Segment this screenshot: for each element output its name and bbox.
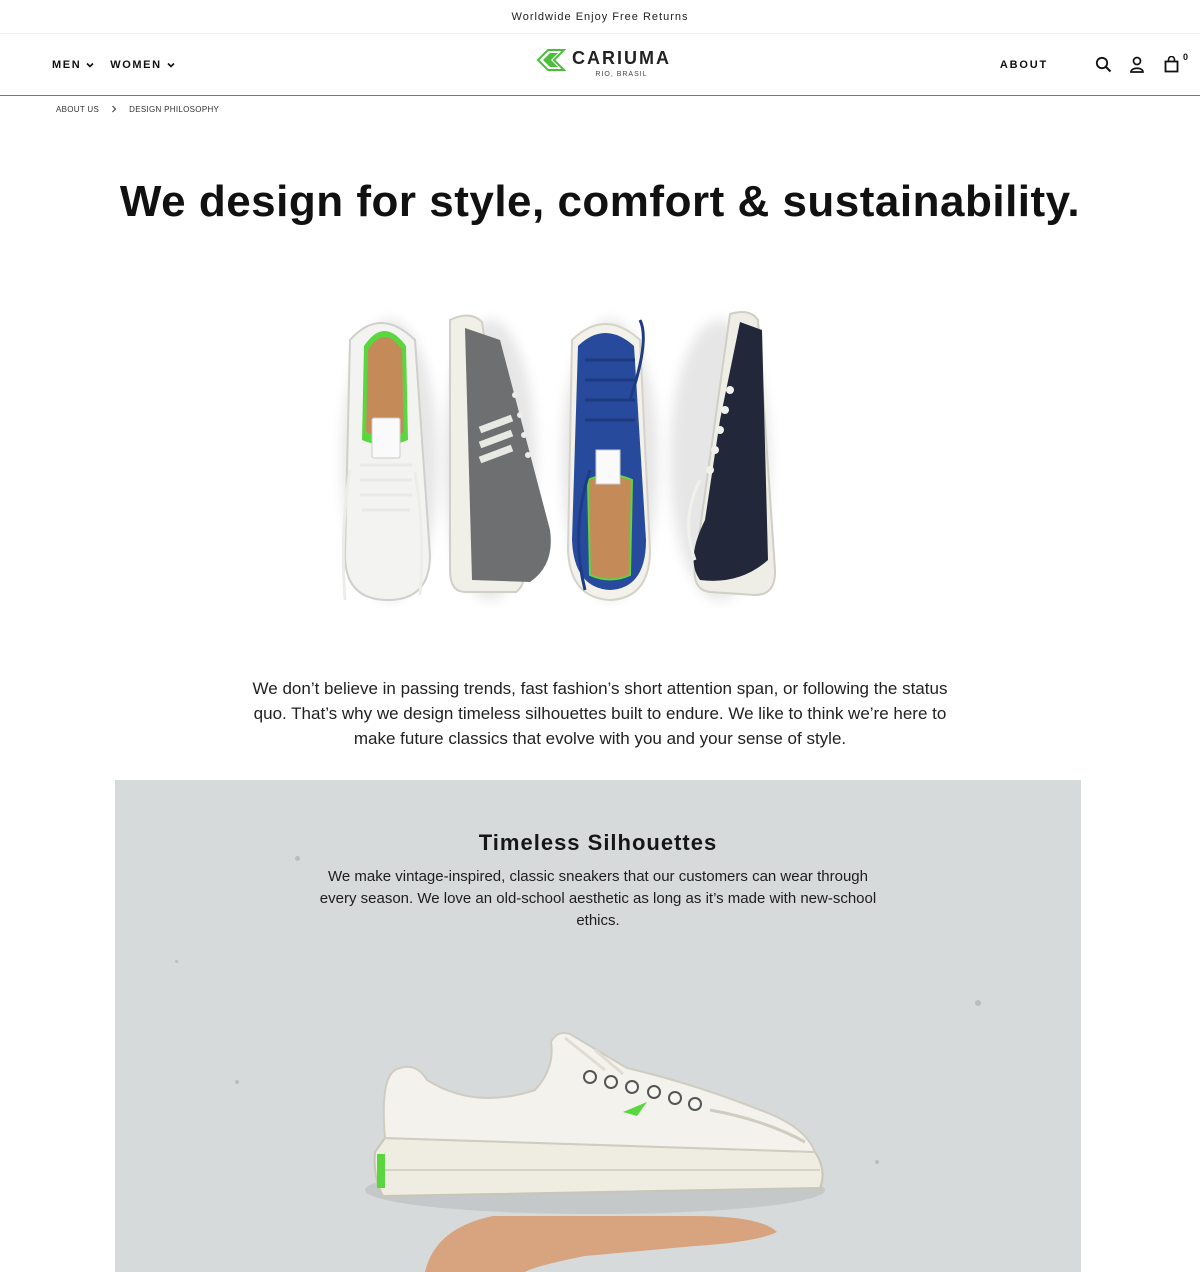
user-icon bbox=[1130, 56, 1144, 73]
section-text: We make vintage-inspired, classic sneake… bbox=[319, 868, 877, 929]
nav-women[interactable]: WOMEN bbox=[110, 58, 175, 71]
announcement-text: Worldwide Enjoy Free Returns bbox=[511, 10, 689, 23]
announcement-bar: Worldwide Enjoy Free Returns bbox=[0, 0, 1200, 34]
account-button[interactable] bbox=[1126, 54, 1148, 76]
site-header: MEN WOMEN CARIUMA RIO, BRASIL ABOUT 0 bbox=[0, 34, 1200, 96]
concrete-speckle bbox=[875, 1160, 879, 1164]
page-title: We design for style, comfort & sustainab… bbox=[119, 177, 1081, 226]
logo-subtitle: RIO, BRASIL bbox=[595, 71, 648, 78]
intro-paragraph: We don’t believe in passing trends, fast… bbox=[252, 679, 948, 748]
breadcrumb-about-us[interactable]: ABOUT US bbox=[56, 105, 99, 114]
brand-logo[interactable]: CARIUMA RIO, BRASIL bbox=[536, 48, 671, 78]
section-title: Timeless Silhouettes bbox=[478, 830, 718, 855]
primary-nav: MEN WOMEN bbox=[52, 34, 175, 95]
sneakers-lineup-image bbox=[300, 300, 900, 620]
nav-men-label: MEN bbox=[52, 58, 82, 71]
breadcrumb-design-philosophy: DESIGN PHILOSOPHY bbox=[129, 104, 220, 114]
bag-icon bbox=[1164, 56, 1178, 73]
breadcrumb: ABOUT US DESIGN PHILOSOPHY bbox=[0, 96, 1200, 122]
timeless-silhouettes-section: Timeless Silhouettes We make vintage-ins… bbox=[115, 780, 1081, 1272]
concrete-speckle bbox=[975, 1000, 981, 1006]
chevron-right-icon bbox=[112, 105, 117, 113]
chevron-down-icon bbox=[167, 62, 175, 68]
search-button[interactable] bbox=[1092, 54, 1114, 76]
search-icon bbox=[1095, 56, 1111, 73]
concrete-speckle bbox=[295, 856, 300, 861]
utility-nav: ABOUT 0 bbox=[1000, 34, 1188, 95]
concrete-speckle bbox=[175, 960, 178, 963]
logo-text: CARIUMA RIO, BRASIL bbox=[572, 48, 671, 78]
nav-women-label: WOMEN bbox=[110, 58, 162, 71]
chevron-down-icon bbox=[86, 62, 94, 68]
nav-about[interactable]: ABOUT bbox=[1000, 59, 1048, 71]
nav-men[interactable]: MEN bbox=[52, 59, 94, 71]
logo-name: CARIUMA bbox=[572, 48, 671, 68]
sneakers-illustration bbox=[341, 311, 777, 602]
logo-mark-icon bbox=[536, 49, 566, 71]
sneaker-in-hand-image bbox=[365, 1032, 825, 1272]
cart-count: 0 bbox=[1182, 51, 1188, 62]
concrete-speckle bbox=[235, 1080, 239, 1084]
cart-button[interactable]: 0 bbox=[1160, 52, 1188, 76]
